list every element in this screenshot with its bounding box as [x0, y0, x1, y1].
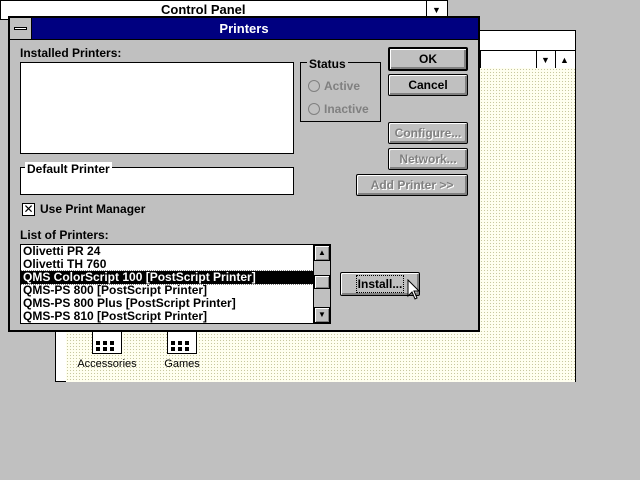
control-panel-title: Control Panel: [161, 2, 246, 17]
group-label-games: Games: [164, 358, 200, 370]
group-games[interactable]: Games: [142, 330, 222, 374]
program-group-icon: [92, 330, 122, 354]
ok-button[interactable]: OK: [388, 47, 468, 71]
add-printer-button[interactable]: Add Printer >>: [356, 174, 468, 196]
dialog-title: Printers: [219, 21, 269, 36]
list-item[interactable]: QMS-PS 810 [PostScript Printer]: [21, 310, 313, 323]
printer-list-scrollbar[interactable]: ▲ ▼: [314, 244, 331, 324]
minimize-arrow-icon[interactable]: ▼: [536, 51, 554, 69]
list-of-printers-label: List of Printers:: [20, 228, 109, 242]
active-radio[interactable]: [308, 80, 320, 92]
cancel-button[interactable]: Cancel: [388, 74, 468, 96]
mouse-pointer-icon: [407, 279, 421, 300]
inactive-radio-label: Inactive: [324, 102, 369, 116]
group-label-accessories: Accessories: [77, 358, 137, 370]
installed-printers-list[interactable]: [20, 62, 294, 154]
group-accessories[interactable]: Accessories: [67, 330, 147, 374]
program-group-icon: [167, 330, 197, 354]
scroll-down-arrow-icon[interactable]: ▼: [314, 307, 330, 323]
scroll-thumb[interactable]: [314, 275, 330, 289]
default-printer-label: Default Printer: [25, 162, 112, 176]
use-print-manager-checkbox[interactable]: ✕: [22, 203, 35, 216]
use-print-manager-label: Use Print Manager: [40, 202, 146, 216]
scroll-up-arrow-icon[interactable]: ▲: [314, 245, 330, 261]
status-label: Status: [307, 57, 348, 71]
installed-printers-label: Installed Printers:: [20, 46, 122, 60]
printer-list[interactable]: Olivetti PR 24 Olivetti TH 760 QMS Color…: [20, 244, 314, 324]
active-radio-label: Active: [324, 79, 361, 93]
maximize-arrow-icon[interactable]: ▲: [555, 51, 573, 69]
configure-button[interactable]: Configure...: [388, 122, 468, 144]
network-button[interactable]: Network...: [388, 148, 468, 170]
inactive-radio[interactable]: [308, 103, 320, 115]
dialog-titlebar[interactable]: Printers: [10, 18, 478, 40]
